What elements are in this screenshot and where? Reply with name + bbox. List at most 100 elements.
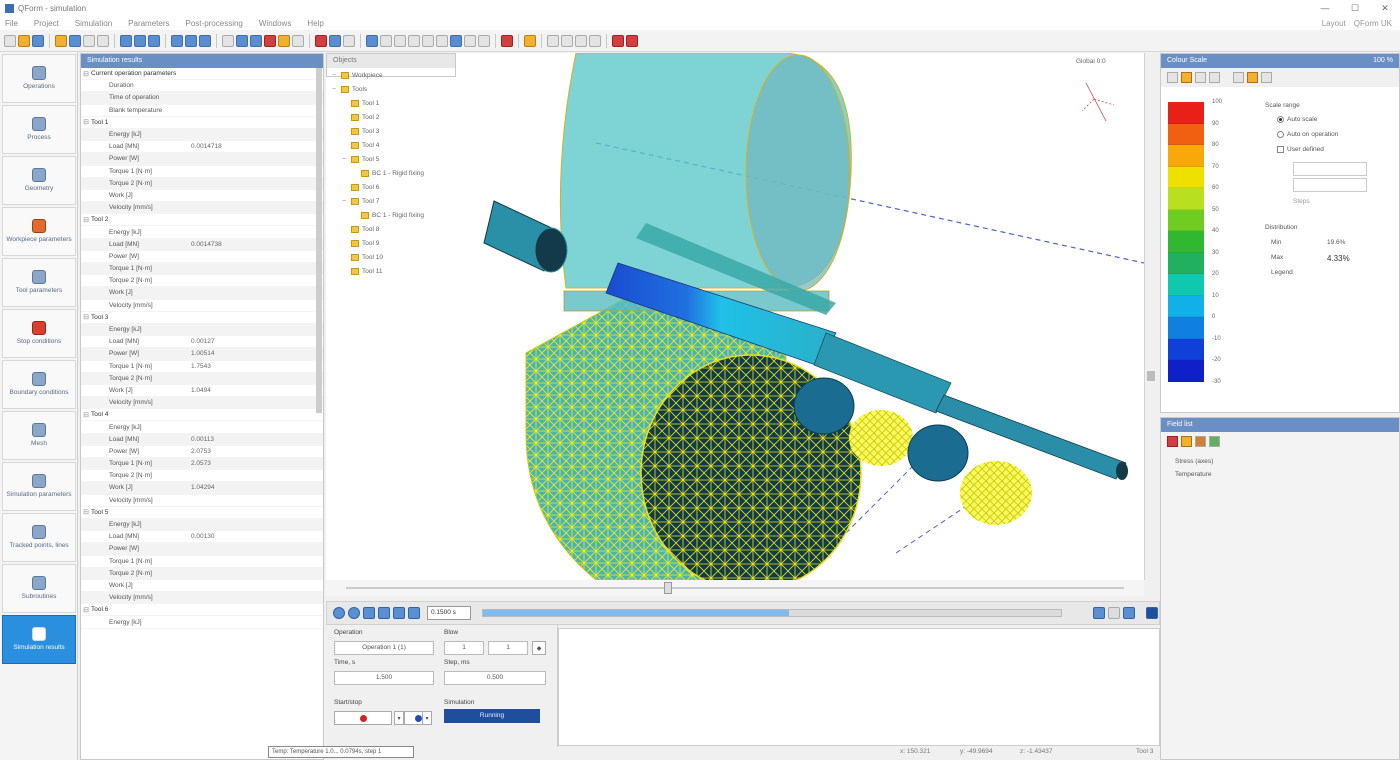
group-row[interactable]: ⊟ Tool 2 [81,214,323,227]
menu-user[interactable]: QForm UK [1354,19,1392,28]
first-frame-icon[interactable] [363,607,375,619]
menu-layout[interactable]: Layout [1322,19,1346,28]
parameter-row[interactable]: Torque 1 [N·m] [81,166,323,178]
parameter-row[interactable]: Energy [kJ] [81,421,323,434]
auto-operation-option[interactable]: Auto on operation [1277,131,1338,138]
group-row[interactable]: ⊟ Tool 4 [81,409,323,422]
scale-max-input[interactable] [1293,162,1367,176]
field-item-temperature[interactable]: Temperature [1175,471,1212,478]
group-row[interactable]: ⊟ Tool 5 [81,507,323,519]
link-icon[interactable] [464,34,476,47]
auto-scale-option[interactable]: Auto scale [1277,116,1317,123]
collapse-icon[interactable]: ⊟ [81,216,91,224]
zoom-in-icon[interactable] [120,34,132,47]
parameter-row[interactable]: Load [MN] 0.0014718 [81,141,323,154]
upper-roll[interactable] [559,53,852,315]
nav-workpiece-parameters[interactable]: Workpiece parameters [2,207,76,256]
nav-operations[interactable]: Operations [2,54,76,103]
tree-node[interactable]: − Workpiece [330,68,480,82]
export-icon[interactable] [83,34,95,47]
axis-x-icon[interactable] [366,34,378,47]
blow-of-field[interactable]: 1 [488,641,528,655]
nav-tool-parameters[interactable]: Tool parameters [2,258,76,307]
edit-field-icon[interactable] [1195,436,1206,447]
menu-file[interactable]: File [5,19,18,28]
pan-icon[interactable] [171,34,183,47]
scale-dropdown-icon[interactable] [1247,72,1258,83]
isoline-icon[interactable] [1195,72,1206,83]
layout3-icon[interactable] [575,34,587,47]
field-item-stress[interactable]: Stress (axes) [1175,458,1213,465]
nav-simulation-parameters[interactable]: Simulation parameters [2,462,76,511]
axis-z-icon[interactable] [394,34,406,47]
nav-process[interactable]: Process [2,105,76,154]
view-left-icon[interactable] [278,34,290,47]
expand-icon[interactable]: − [330,86,338,93]
start-icon[interactable] [55,34,67,47]
collapse-icon[interactable]: ⊟ [81,118,91,126]
section-icon[interactable] [422,34,434,47]
auto-operation-radio[interactable] [1277,131,1284,138]
open-folder-icon[interactable] [18,34,30,47]
parameter-row[interactable]: Work [J] [81,287,323,300]
tree-node[interactable]: Tool 3 [330,124,480,138]
operation-select[interactable]: Operation 1 (1) [334,641,434,655]
last-frame-icon[interactable] [408,607,420,619]
time-input[interactable]: 1.500 [334,671,434,685]
tree-node[interactable]: − Tools [330,82,480,96]
parameter-row[interactable]: Power [W] 1.00514 [81,348,323,361]
expand-icon[interactable]: − [340,156,348,163]
tree-node[interactable]: Tool 2 [330,110,480,124]
tree-node[interactable]: Tool 8 [330,222,480,236]
tree-node[interactable]: − Tool 7 [330,194,480,208]
layout2-icon[interactable] [561,34,573,47]
parameter-row[interactable]: Energy [kJ] [81,518,323,532]
layout4-icon[interactable] [589,34,601,47]
user-defined-checkbox[interactable] [1277,146,1284,153]
prev-frame-icon[interactable] [378,607,390,619]
fringe-icon[interactable] [1181,72,1192,83]
parameter-row[interactable]: Blank temperature [81,105,323,117]
record-icon[interactable] [612,34,624,47]
parameter-row[interactable]: Torque 2 [N·m] [81,177,323,190]
parameter-row[interactable]: Torque 1 [N·m] 2.0573 [81,458,323,471]
nav-geometry[interactable]: Geometry [2,156,76,205]
parameter-row[interactable]: Load [MN] 0.00127 [81,336,323,349]
highlight-icon[interactable] [524,34,536,47]
tree-node[interactable]: BC 1 - Rigid fixing [330,208,480,222]
nav-tracked-points[interactable]: Tracked points, lines [2,513,76,562]
parameter-row[interactable]: Torque 1 [N·m] [81,263,323,276]
scroll-thumb[interactable] [1147,371,1155,381]
time-slider[interactable] [326,580,1144,596]
tree-node[interactable]: Tool 9 [330,236,480,250]
collapse-icon[interactable]: ⊟ [81,70,91,78]
nav-stop-conditions[interactable]: Stop conditions [2,309,76,358]
delete-field-icon[interactable] [1167,436,1178,447]
parameter-row[interactable]: Energy [kJ] [81,616,323,629]
transparency-icon[interactable] [343,34,355,47]
expand-icon[interactable]: − [340,198,348,205]
parameter-row[interactable]: Torque 2 [N·m] [81,567,323,580]
blow-field[interactable]: 1 [444,641,484,655]
parameter-row[interactable]: Torque 2 [N·m] [81,275,323,288]
parameter-row[interactable]: Power [W] [81,543,323,556]
menu-windows[interactable]: Windows [259,19,291,28]
parameter-row[interactable]: Work [J] 1.0494 [81,385,323,398]
parameter-row[interactable]: Work [J] 1.04294 [81,482,323,495]
parameter-row[interactable]: Velocity [mm/s] [81,397,323,410]
copy-icon[interactable] [1261,72,1272,83]
menu-post-processing[interactable]: Post-processing [186,19,243,28]
graph-icon[interactable] [450,34,462,47]
parameter-row[interactable]: Work [J] [81,580,323,593]
parameter-row[interactable]: Work [J] [81,190,323,203]
view-right-icon[interactable] [292,34,304,47]
tree-node[interactable]: BC 1 - Rigid fixing [330,166,480,180]
tree-node[interactable]: Tool 6 [330,180,480,194]
parameter-row[interactable]: Torque 1 [N·m] 1.7543 [81,361,323,373]
collapse-icon[interactable]: ⊟ [81,313,91,321]
time-field[interactable]: 0.1500 s [427,606,471,620]
rotate-ccw-icon[interactable] [199,34,211,47]
wireframe-icon[interactable] [329,34,341,47]
parameter-row[interactable]: Load [MN] 0.00130 [81,531,323,544]
import-icon[interactable] [97,34,109,47]
